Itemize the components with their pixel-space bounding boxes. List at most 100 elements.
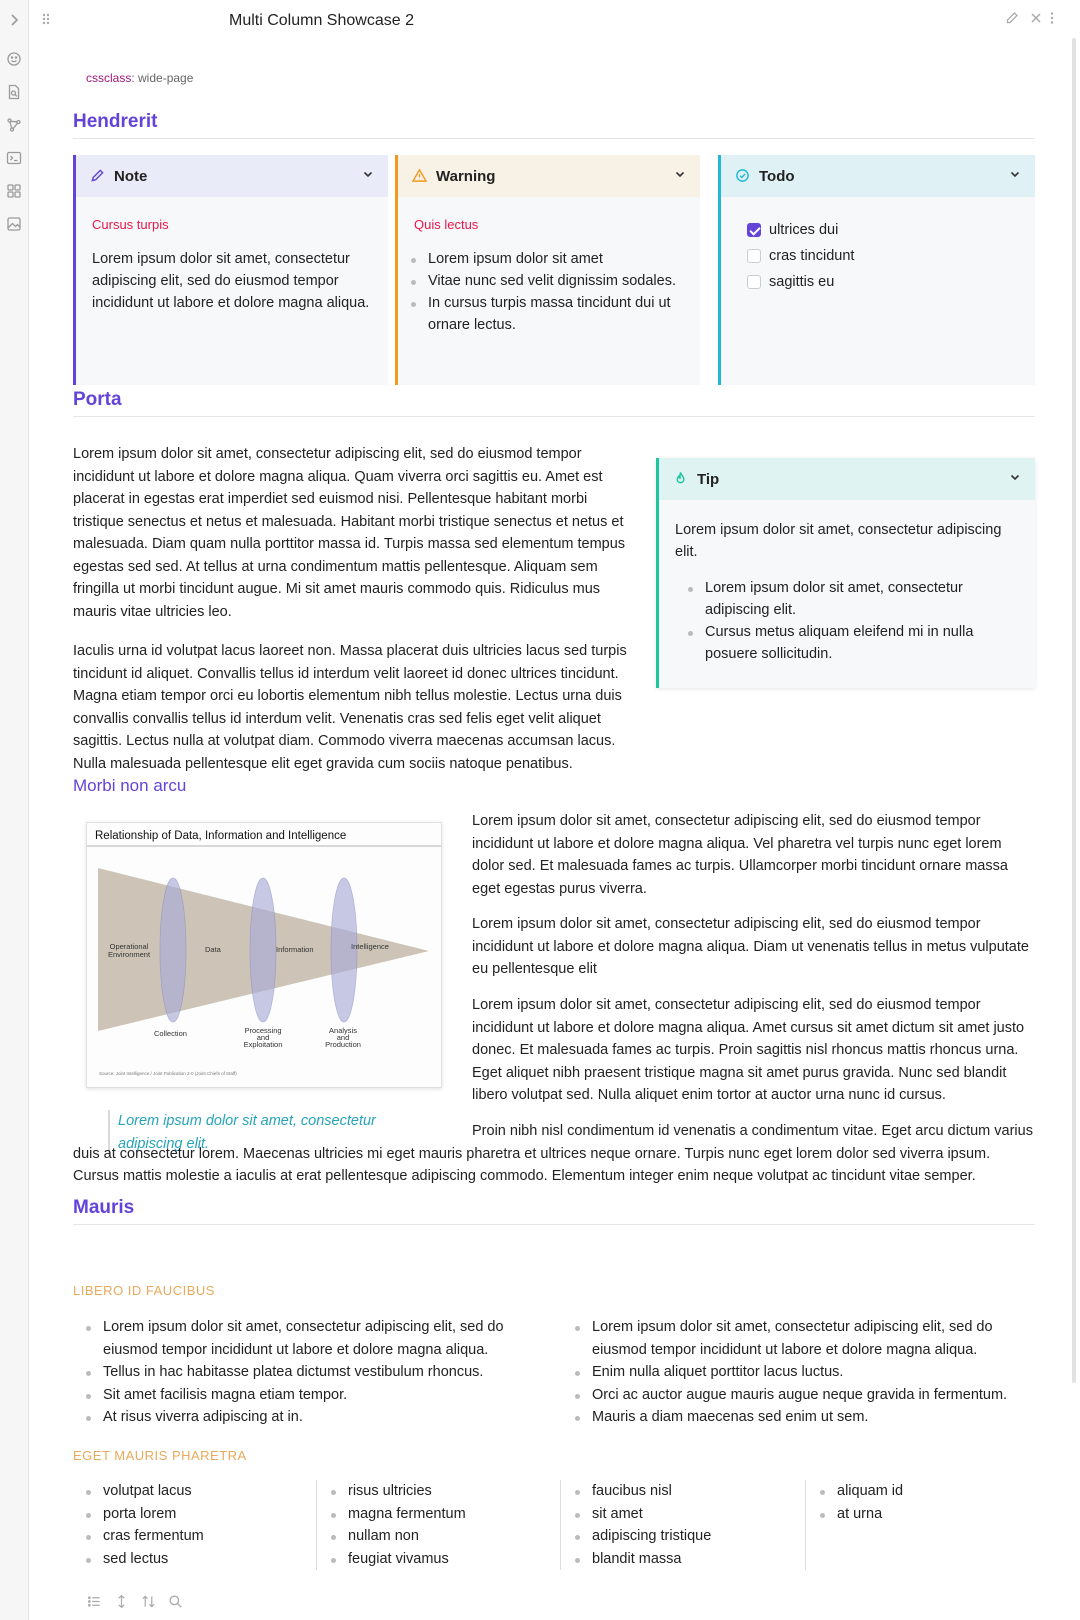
subheading-libero-id-faucibus: LIBERO ID FAUCIBUS [73, 1283, 215, 1298]
heading-hendrerit: Hendrerit [73, 110, 1035, 139]
list-item: Lorem ipsum dolor sit amet [398, 248, 684, 270]
list-col-3: faucibus nisl sit amet adipiscing tristi… [562, 1480, 792, 1570]
callout-title: Todo [759, 168, 795, 185]
frontmatter-property[interactable]: cssclass: wide-page [86, 67, 193, 90]
task-checkbox[interactable] [747, 249, 761, 263]
list-item: adipiscing tristique [562, 1525, 792, 1548]
task-label: cras tincidunt [769, 247, 855, 264]
smiley-icon[interactable] [6, 51, 22, 67]
heading-morbi-non-arcu: Morbi non arcu [73, 776, 187, 795]
intelligence-diagram-image[interactable]: Relationship of Data, Information and In… [86, 822, 442, 1088]
chevron-down-icon[interactable] [1009, 168, 1021, 180]
paragraph: Iaculis urna id volutpat lacus laoreet n… [73, 643, 627, 772]
terminal-icon[interactable] [6, 150, 22, 166]
left-ribbon [0, 0, 29, 1620]
task-item[interactable]: sagittis eu [737, 269, 1019, 295]
figure-label: Collection [154, 1029, 187, 1038]
callout-note: Note Cursus turpis Lorem ipsum dolor sit… [73, 155, 388, 385]
callout-text: Lorem ipsum dolor sit amet, consectetur … [92, 251, 370, 311]
callout-title: Tip [697, 471, 720, 488]
chevron-down-icon[interactable] [674, 168, 686, 180]
property-value: wide-page [138, 71, 194, 85]
figure-title: Relationship of Data, Information and In… [95, 830, 347, 842]
task-label: ultrices dui [769, 221, 839, 238]
list-item: blandit massa [562, 1548, 792, 1571]
list-col-4: aliquam id at urna [807, 1480, 1035, 1525]
list-col-1: volutpat lacus porta lorem cras fermentu… [73, 1480, 303, 1570]
list-item: At risus viverra adipiscing at in. [73, 1406, 531, 1429]
list-item: volutpat lacus [73, 1480, 303, 1503]
list-item: magna fermentum [318, 1503, 548, 1526]
task-item[interactable]: ultrices dui [737, 217, 1019, 243]
task-item[interactable]: cras tincidunt [737, 243, 1019, 269]
list-item: Mauris a diam maecenas sed enim ut sem. [562, 1406, 1035, 1429]
callout-warning: Warning Quis lectus Lorem ipsum dolor si… [395, 155, 700, 385]
subheading-eget-mauris-pharetra: EGET MAURIS PHARETRA [73, 1448, 247, 1463]
sort-icon[interactable] [141, 1594, 156, 1609]
chevron-right-icon[interactable] [6, 12, 22, 28]
chevron-down-icon[interactable] [362, 168, 374, 180]
arrows-vertical-icon[interactable] [114, 1594, 129, 1609]
list-item: porta lorem [73, 1503, 303, 1526]
paragraph: Lorem ipsum dolor sit amet, consectetur … [472, 997, 1025, 1103]
list-item: faucibus nisl [562, 1480, 792, 1503]
list-item: Lorem ipsum dolor sit amet, consectetur … [675, 577, 1019, 621]
callout-todo: Todo ultrices dui cras tincidunt sagitti… [718, 155, 1035, 385]
task-checkbox[interactable] [747, 223, 761, 237]
image-icon[interactable] [6, 216, 22, 232]
figure-label: Analysis and Production [325, 1026, 361, 1049]
callout-title: Warning [436, 168, 496, 185]
heading-porta: Porta [73, 388, 1035, 417]
list-item: Vitae nunc sed velit dignissim sodales. [398, 270, 684, 292]
grid-icon[interactable] [6, 183, 22, 199]
list-item: Enim nulla aliquet porttitor lacus luctu… [562, 1361, 1035, 1384]
file-search-icon[interactable] [6, 84, 22, 100]
chevron-down-icon[interactable] [1009, 471, 1021, 483]
list-item: cras fermentum [73, 1525, 303, 1548]
figure-label: Operational Environment [107, 942, 151, 959]
figure-label: Data [205, 945, 221, 954]
view-title[interactable]: Multi Column Showcase 2 [229, 9, 414, 32]
property-key: cssclass [86, 71, 132, 85]
list-item: Orci ac auctor augue mauris augue neque … [562, 1384, 1035, 1407]
list-item: Lorem ipsum dolor sit amet, consectetur … [73, 1316, 531, 1361]
list-item: Sit amet facilisis magna etiam tempor. [73, 1384, 531, 1407]
callout-header[interactable]: Tip [659, 458, 1035, 500]
pencil-icon[interactable] [1005, 11, 1019, 25]
task-checkbox[interactable] [747, 275, 761, 289]
drag-handle-icon[interactable] [41, 12, 51, 26]
figure-label: Information [276, 945, 314, 954]
more-vertical-icon[interactable] [1049, 11, 1055, 25]
column-divider [560, 1480, 561, 1570]
paragraph: Lorem ipsum dolor sit amet, consectetur … [472, 916, 1029, 977]
list-icon[interactable] [87, 1594, 102, 1609]
warning-icon [412, 168, 427, 183]
callout-header[interactable]: Todo [721, 155, 1035, 197]
close-icon[interactable] [1029, 11, 1043, 25]
scrollbar[interactable] [1072, 38, 1076, 1383]
callout-header[interactable]: Note [76, 155, 388, 197]
figure-label: Intelligence [351, 942, 389, 951]
column-divider [316, 1480, 317, 1570]
list-item: In cursus turpis massa tincidunt dui ut … [398, 292, 684, 336]
view-header: Multi Column Showcase 2 [29, 0, 1080, 40]
list-item: at urna [807, 1503, 1035, 1526]
list-col-2: risus ultricies magna fermentum nullam n… [318, 1480, 548, 1570]
list-item: nullam non [318, 1525, 548, 1548]
list-right: Lorem ipsum dolor sit amet, consectetur … [562, 1316, 1035, 1429]
column-divider [805, 1480, 806, 1570]
task-label: sagittis eu [769, 273, 835, 290]
graph-icon[interactable] [6, 117, 22, 133]
list-item: Tellus in hac habitasse platea dictumst … [73, 1361, 531, 1384]
heading-mauris: Mauris [73, 1196, 1035, 1225]
paragraph: Lorem ipsum dolor sit amet, consectetur … [73, 446, 626, 620]
search-icon[interactable] [168, 1594, 183, 1609]
callout-title: Note [114, 168, 148, 185]
callout-subtitle: Cursus turpis [92, 217, 169, 232]
check-circle-icon [735, 168, 750, 183]
callout-text: Lorem ipsum dolor sit amet, consectetur … [675, 522, 1002, 560]
list-item: aliquam id [807, 1480, 1035, 1503]
callout-header[interactable]: Warning [398, 155, 700, 197]
pencil-icon [90, 168, 105, 183]
paragraph: Lorem ipsum dolor sit amet, consectetur … [472, 813, 1008, 897]
